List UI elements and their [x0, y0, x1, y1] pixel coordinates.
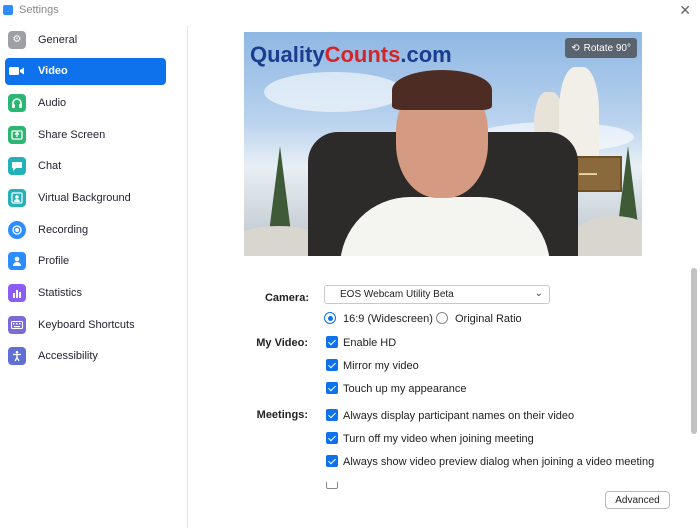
radio-widescreen[interactable]	[324, 312, 336, 324]
sidebar-item-label: Audio	[38, 96, 67, 109]
settings-sidebar: ⚙ General Video Audio Share Screen Chat …	[0, 26, 188, 528]
sidebar-item-profile[interactable]: Profile	[5, 248, 166, 275]
camera-selected-value: EOS Webcam Utility Beta	[340, 289, 454, 300]
bar-chart-icon	[8, 284, 26, 302]
sidebar-item-label: General	[38, 33, 78, 46]
sidebar-item-label: Virtual Background	[38, 191, 131, 204]
cloud-shape	[264, 72, 404, 112]
profile-icon	[8, 252, 26, 271]
person-background-icon	[8, 188, 26, 207]
logo-text-tld: .com	[400, 42, 452, 67]
sidebar-item-label: Accessibility	[38, 350, 98, 363]
radio-original-ratio-label: Original Ratio	[455, 313, 522, 325]
rotate-icon: ⟲	[571, 42, 580, 54]
sidebar-item-label: Video	[38, 65, 68, 78]
headphones-icon	[8, 93, 26, 112]
sidebar-item-recording[interactable]: Recording	[5, 216, 166, 243]
mirror-video-label: Mirror my video	[343, 360, 419, 372]
sidebar-item-accessibility[interactable]: Accessibility	[5, 343, 166, 370]
chat-bubble-icon	[8, 157, 26, 176]
sidebar-item-general[interactable]: ⚙ General	[5, 26, 166, 53]
advanced-button[interactable]: Advanced	[605, 491, 670, 509]
radio-widescreen-label: 16:9 (Widescreen)	[343, 313, 433, 325]
sidebar-item-virtual-background[interactable]: Virtual Background	[5, 184, 166, 211]
logo-text-red: Counts	[324, 42, 401, 67]
enable-hd-checkbox[interactable]	[326, 336, 338, 348]
my-video-label: My Video:	[256, 337, 308, 349]
accessibility-icon	[8, 347, 26, 366]
turn-off-video-checkbox[interactable]	[326, 432, 338, 444]
touch-up-label: Touch up my appearance	[343, 383, 467, 395]
rotate-label: Rotate 90°	[583, 42, 631, 54]
title-bar: Settings ✕	[0, 0, 700, 20]
video-settings-panel: ▬▬▬ QualityCounts.com ⟲ Rotate 90° Camer…	[189, 20, 700, 528]
sidebar-item-keyboard-shortcuts[interactable]: Keyboard Shortcuts	[5, 311, 166, 338]
sidebar-item-audio[interactable]: Audio	[5, 89, 166, 116]
watermark-logo: QualityCounts.com	[250, 42, 452, 68]
preview-dialog-label: Always show video preview dialog when jo…	[343, 456, 655, 468]
sidebar-item-label: Keyboard Shortcuts	[38, 318, 135, 331]
sidebar-item-label: Chat	[38, 160, 62, 173]
touch-up-checkbox[interactable]	[326, 382, 338, 394]
display-names-label: Always display participant names on thei…	[343, 410, 575, 422]
sidebar-item-label: Share Screen	[38, 128, 106, 141]
preview-dialog-checkbox[interactable]	[326, 455, 338, 467]
meetings-label: Meetings:	[256, 409, 308, 421]
close-icon[interactable]: ✕	[679, 2, 691, 19]
rotate-button[interactable]: ⟲ Rotate 90°	[565, 38, 637, 58]
camera-label: Camera:	[264, 292, 309, 304]
person-hair	[392, 70, 492, 110]
gear-icon: ⚙	[8, 30, 26, 49]
radio-original-ratio[interactable]	[436, 312, 448, 324]
chevron-down-icon: ⌄	[534, 288, 543, 299]
sidebar-item-statistics[interactable]: Statistics	[5, 280, 166, 307]
sidebar-item-share-screen[interactable]: Share Screen	[5, 121, 166, 148]
sidebar-item-label: Profile	[38, 255, 70, 268]
sidebar-item-video[interactable]: Video	[5, 57, 166, 85]
zoom-app-icon	[3, 5, 13, 15]
share-screen-icon	[8, 125, 26, 144]
scroll-fade	[309, 472, 669, 482]
record-icon	[8, 220, 26, 239]
sidebar-item-label: Recording	[38, 223, 89, 236]
display-names-checkbox[interactable]	[326, 409, 338, 421]
video-camera-icon	[8, 62, 26, 80]
sidebar-item-label: Statistics	[38, 287, 83, 299]
rock-shape	[574, 216, 642, 256]
turn-off-video-label: Turn off my video when joining meeting	[343, 433, 534, 445]
mirror-video-checkbox[interactable]	[326, 359, 338, 371]
video-preview: ▬▬▬ QualityCounts.com ⟲ Rotate 90°	[244, 32, 642, 256]
keyboard-icon	[8, 315, 26, 334]
camera-select[interactable]: EOS Webcam Utility Beta ⌄	[324, 285, 550, 304]
enable-hd-label: Enable HD	[343, 337, 397, 349]
scrollbar-thumb[interactable]	[691, 268, 697, 434]
logo-text-main: Quality	[250, 42, 325, 67]
sidebar-item-chat[interactable]: Chat	[5, 153, 166, 180]
window-title: Settings	[19, 4, 59, 16]
